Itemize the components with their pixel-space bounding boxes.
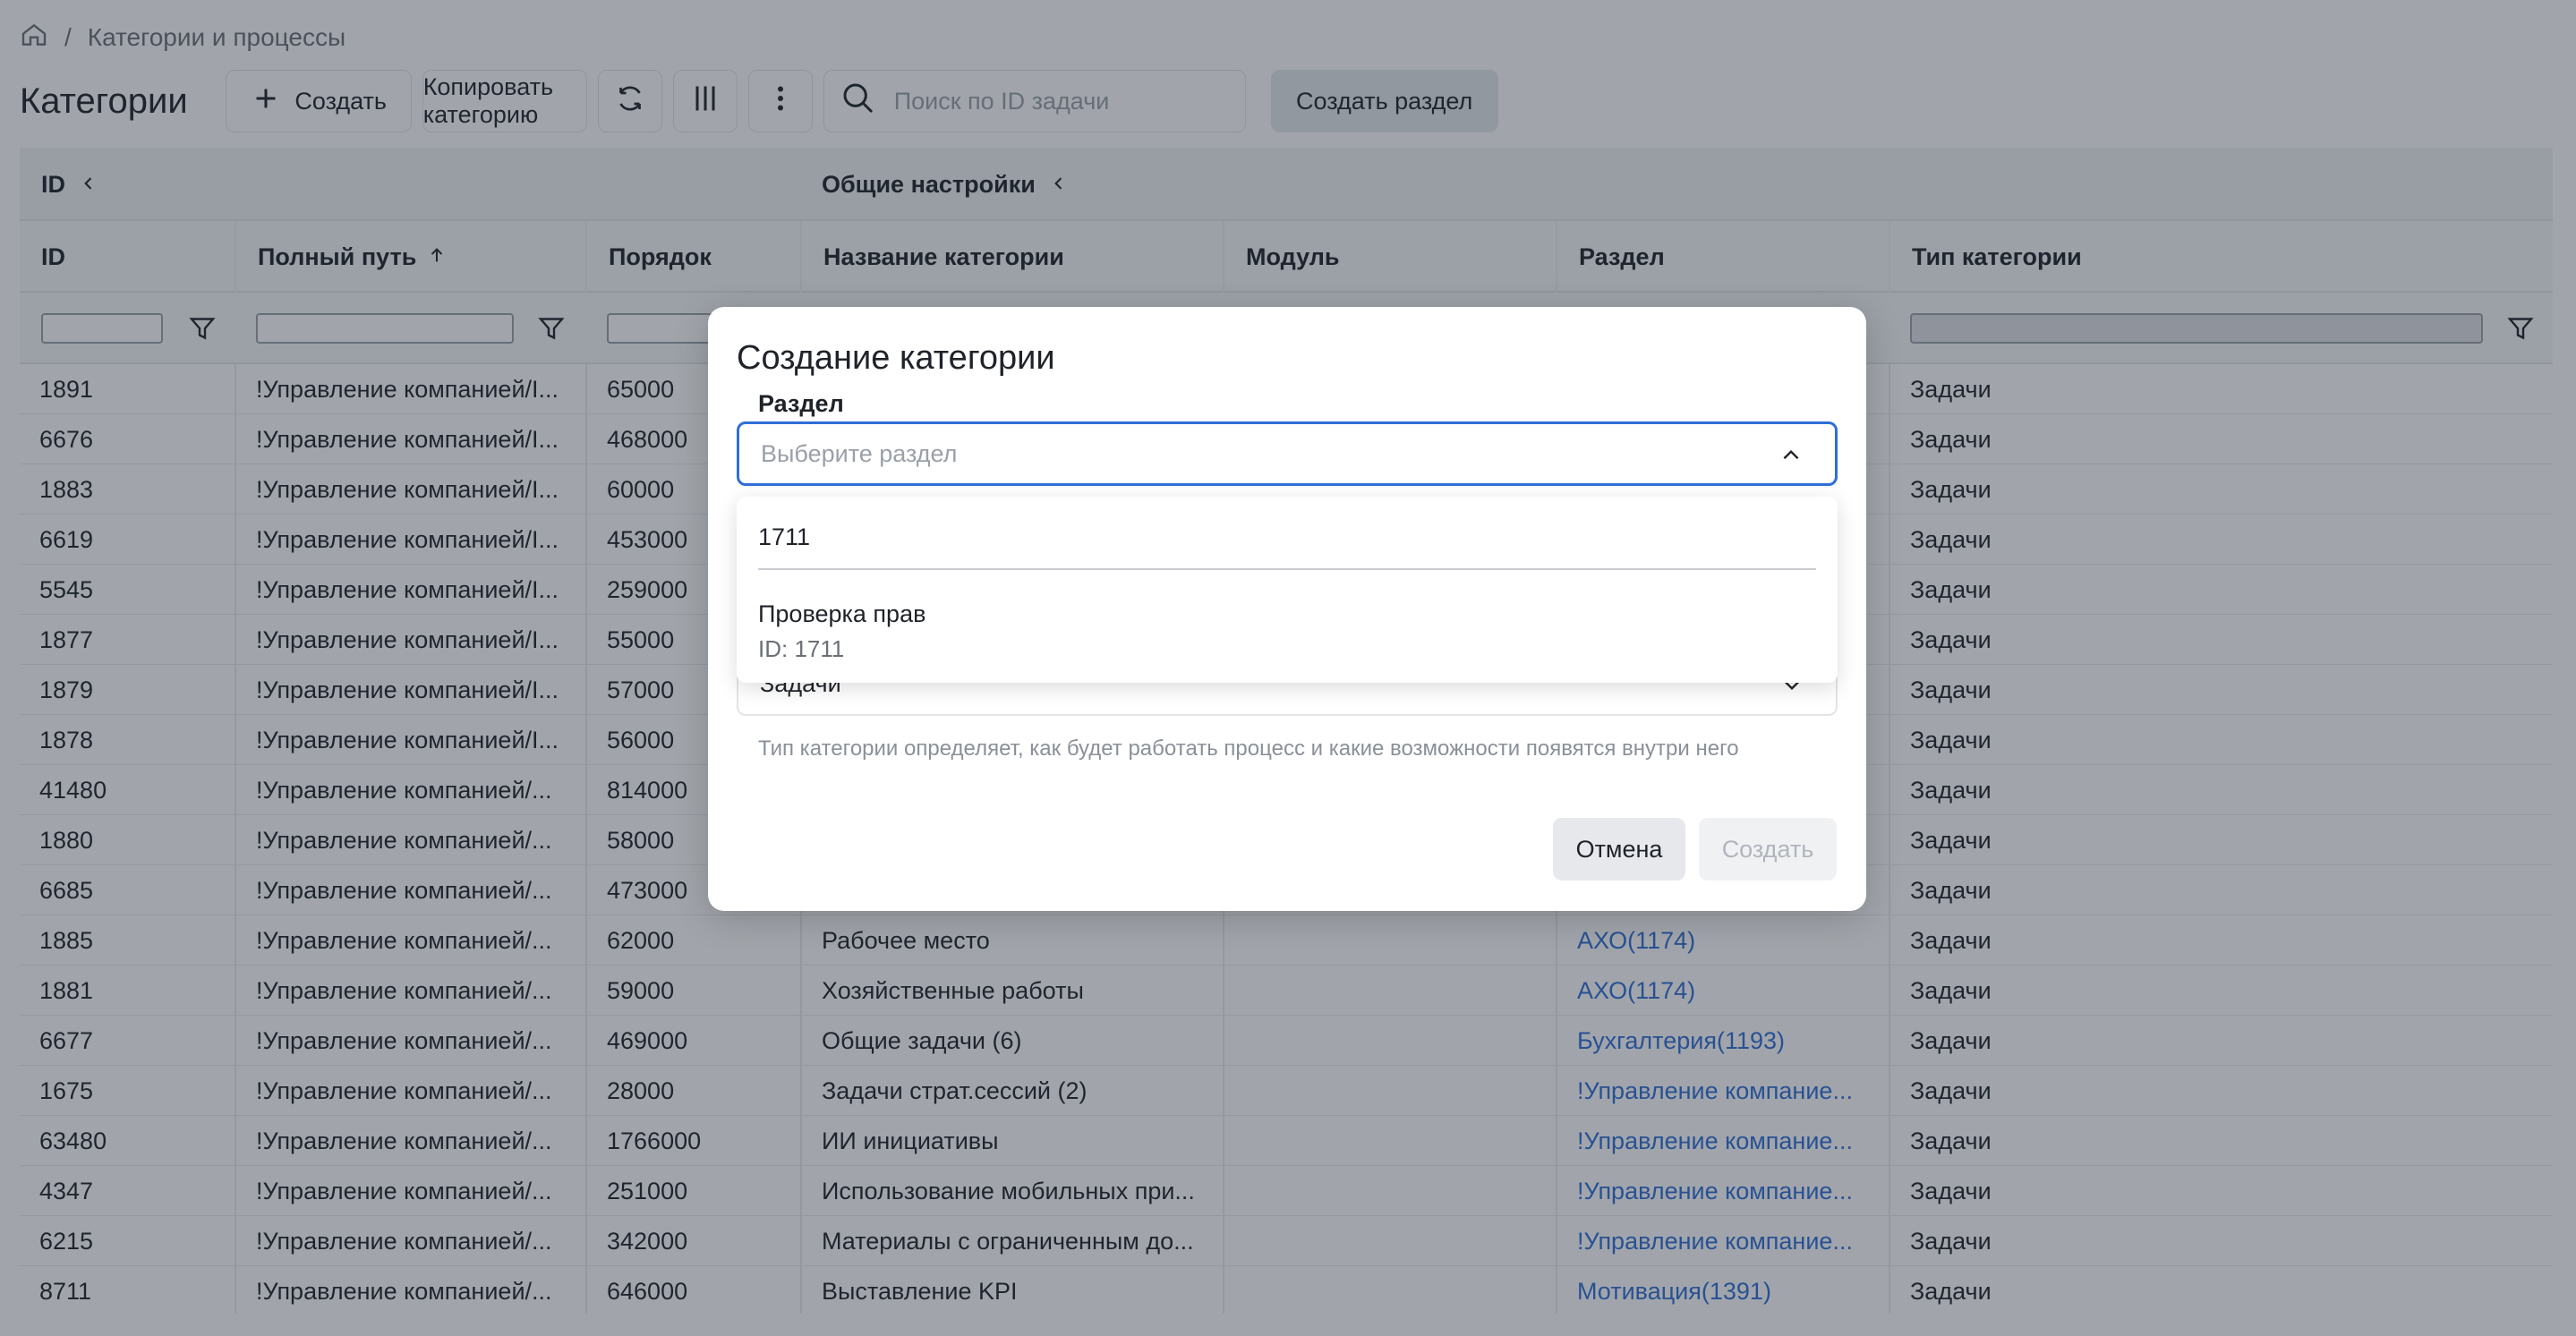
section-select-placeholder: Выберите раздел [761, 439, 958, 467]
section-dropdown-search-input[interactable]: 1711 [758, 523, 1816, 570]
section-option[interactable]: Проверка прав ID: 1711 [758, 600, 1816, 663]
section-field-label: Раздел [758, 390, 844, 417]
section-select[interactable]: Выберите раздел [737, 421, 1838, 486]
cancel-button[interactable]: Отмена [1553, 818, 1685, 881]
section-option-title: Проверка прав [758, 600, 926, 627]
modal-create-button[interactable]: Создать [1699, 818, 1837, 881]
section-option-id: ID: 1711 [758, 635, 845, 662]
chevron-up-icon[interactable] [1779, 444, 1803, 467]
modal-title: Создание категории [737, 339, 1055, 377]
section-dropdown: 1711 Проверка прав ID: 1711 [737, 497, 1838, 683]
category-type-hint: Тип категории определяет, как будет рабо… [758, 736, 1739, 761]
